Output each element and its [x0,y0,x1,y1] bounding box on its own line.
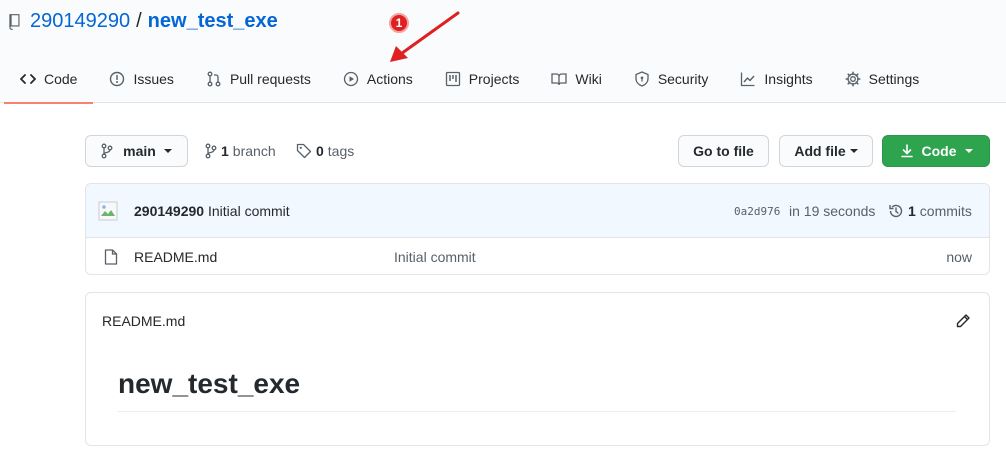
tab-actions[interactable]: Actions [327,55,429,103]
branch-icon [205,143,217,159]
repo-icon [9,13,20,30]
annotation-badge: 1 [389,13,409,33]
avatar[interactable] [98,201,118,221]
file-row[interactable]: README.md Initial commit now [86,238,989,274]
tab-security-label: Security [657,71,709,87]
commits-link[interactable]: 1 commits [888,203,972,219]
branch-select-button[interactable]: main [85,135,188,167]
tab-code[interactable]: Code [4,55,94,104]
branch-bar: main 1 branch 0 tags Go to file Add file… [85,135,990,167]
issue-icon [110,71,125,87]
gear-icon [845,71,861,87]
app-root: 290149290 / new_test_exe Code Issues Pul… [0,0,1006,453]
repo-nav-tabs: Code Issues Pull requests Actions Projec… [4,55,936,104]
tag-count: 0 [316,143,324,159]
file-icon [104,249,118,265]
code-button[interactable]: Code [882,135,990,167]
pencil-icon[interactable] [955,313,971,329]
history-icon [889,204,903,218]
tab-wiki[interactable]: Wiki [535,55,617,103]
branch-select-label: main [123,143,156,159]
go-to-file-label: Go to file [693,143,754,159]
go-to-file-button[interactable]: Go to file [678,135,769,167]
download-icon [900,144,913,158]
tab-wiki-label: Wiki [575,71,602,87]
commit-time: in 19 seconds [789,203,876,219]
tab-security[interactable]: Security [618,55,725,103]
code-icon [20,74,36,84]
repo-owner-link[interactable]: 290149290 [30,10,130,33]
tab-issues[interactable]: Issues [93,55,189,103]
tab-insights[interactable]: Insights [724,55,828,103]
add-file-button[interactable]: Add file [779,135,873,167]
tab-insights-label: Insights [764,71,813,87]
play-icon [343,71,359,87]
readme-heading: new_test_exe [118,368,301,399]
tab-code-label: Code [44,71,78,87]
tab-actions-label: Actions [366,71,413,87]
project-icon [445,71,460,87]
latest-commit-row: 290149290 Initial commit 0a2d976 in 19 s… [86,184,989,238]
repo-separator: / [136,10,142,32]
add-file-label: Add file [794,143,846,159]
tab-pull-requests[interactable]: Pull requests [190,55,327,103]
branches-link[interactable]: 1 branch [205,135,276,167]
branch-count: 1 [221,143,229,159]
tab-settings[interactable]: Settings [829,55,936,103]
repo-title: 290149290 / new_test_exe [8,10,278,33]
file-time: now [946,249,972,265]
commit-author-link[interactable]: 290149290 [134,203,204,219]
chevron-down-icon [849,149,858,153]
tab-settings-label: Settings [868,71,920,87]
tab-projects[interactable]: Projects [429,55,536,103]
readme-title: README.md [102,313,186,329]
readme-divider [118,411,956,412]
tab-pull-requests-label: Pull requests [229,71,311,87]
tags-link[interactable]: 0 tags [296,135,354,167]
tab-issues-label: Issues [133,71,174,87]
book-icon [551,73,568,86]
tab-projects-label: Projects [468,71,520,87]
tag-icon [296,143,312,159]
pull-request-icon [207,71,221,87]
file-list: 290149290 Initial commit 0a2d976 in 19 s… [85,183,990,275]
branch-word: branch [232,143,276,159]
chevron-down-icon [163,149,172,153]
file-commit-link[interactable]: Initial commit [394,249,476,265]
graph-icon [741,72,755,87]
code-button-label: Code [921,143,957,159]
tag-word: tags [327,143,355,159]
repo-name-link[interactable]: new_test_exe [148,10,278,33]
shield-icon [635,71,649,87]
commit-count: 1 [908,203,916,219]
file-name-link[interactable]: README.md [134,249,217,265]
commit-count-word: commits [919,203,972,219]
chevron-down-icon [964,149,973,153]
readme-panel: README.md new_test_exe [85,292,990,446]
repo-header: 290149290 / new_test_exe Code Issues Pul… [0,0,1006,104]
branch-icon [101,143,113,159]
commit-sha-link[interactable]: 0a2d976 [734,205,780,218]
commit-message-link[interactable]: Initial commit [208,203,290,219]
